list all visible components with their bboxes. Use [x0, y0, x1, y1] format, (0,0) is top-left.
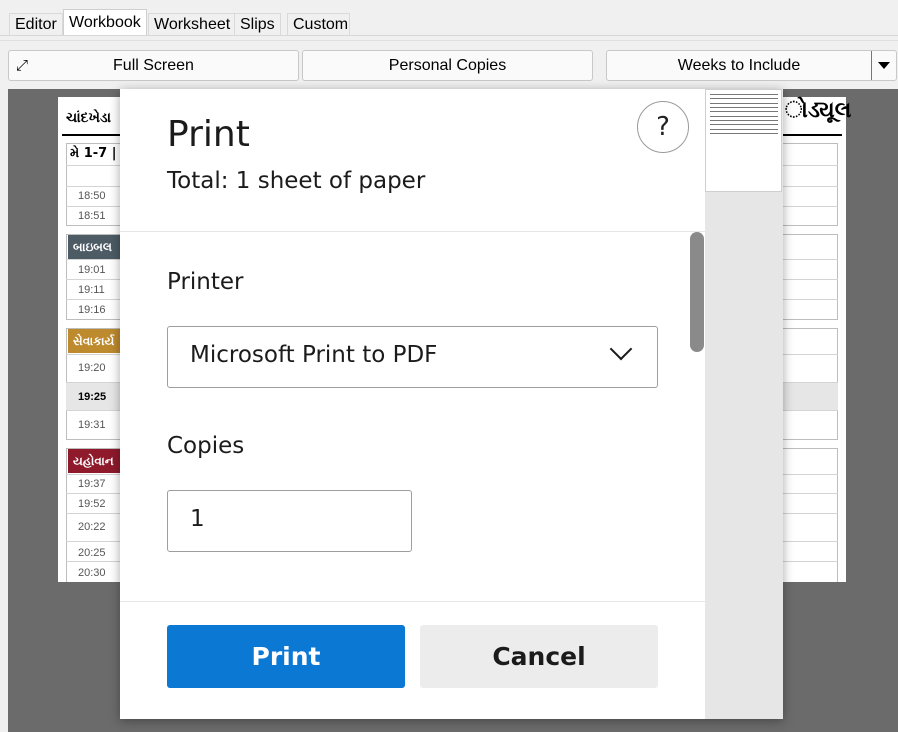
- time-label: 20:22: [78, 521, 106, 533]
- printer-label: Printer: [167, 269, 244, 295]
- thumbnail-line: [710, 103, 778, 104]
- thumbnail-line: [710, 124, 778, 125]
- section-header-jehovah: યહોવાન: [68, 449, 128, 473]
- weeks-to-include-dropdown[interactable]: Weeks to Include: [606, 50, 897, 81]
- preview-thumbnail: [705, 89, 782, 192]
- time-label: 18:50: [78, 190, 106, 202]
- print-button[interactable]: Print: [167, 625, 405, 688]
- tab-editor[interactable]: Editor: [9, 13, 63, 36]
- copies-input[interactable]: 1: [167, 490, 412, 552]
- chevron-down-icon: [609, 337, 633, 361]
- time-label: 19:20: [78, 362, 106, 374]
- tab-worksheet[interactable]: Worksheet: [148, 13, 237, 36]
- thumbnail-line: [710, 116, 778, 117]
- dialog-title: Print: [167, 114, 250, 155]
- week-label: મે 1-7 |: [70, 146, 117, 161]
- help-button[interactable]: ?: [637, 101, 689, 153]
- thumbnail-line: [710, 107, 778, 108]
- thumbnail-line: [710, 98, 778, 99]
- expand-icon: ⤢: [16, 57, 29, 74]
- time-label: 19:37: [78, 478, 106, 490]
- time-label: 19:25: [78, 391, 107, 403]
- thumbnail-line: [710, 133, 778, 134]
- chevron-down-icon[interactable]: [871, 51, 896, 80]
- tab-slips[interactable]: Slips: [234, 13, 281, 36]
- tab-workbook[interactable]: Workbook: [63, 9, 147, 36]
- thumbnail-line: [710, 94, 778, 95]
- tab-bar: Editor Workbook Worksheet Slips Custom: [0, 0, 898, 36]
- print-dialog: Print Total: 1 sheet of paper ? Printer …: [120, 89, 783, 719]
- scrollbar-thumb[interactable]: [690, 232, 704, 352]
- section-header-ministry: સેવાકાર્ય: [68, 329, 128, 353]
- toolbar-divider: [0, 40, 898, 41]
- print-preview-pane: [705, 89, 783, 719]
- sheet-title-left: ચાંદખેડા: [66, 110, 112, 126]
- weeks-to-include-label: Weeks to Include: [677, 57, 801, 74]
- sheet-title-right: ોડ્યૂલ: [785, 98, 852, 123]
- full-screen-label: Full Screen: [113, 57, 194, 74]
- thumbnail-line: [710, 120, 778, 121]
- time-label: 19:52: [78, 498, 106, 510]
- sheet-count-text: Total: 1 sheet of paper: [167, 168, 426, 194]
- thumbnail-line: [710, 111, 778, 112]
- time-label: 19:31: [78, 419, 106, 431]
- section-header-bible: બાઇબલ: [68, 235, 128, 259]
- printer-select[interactable]: Microsoft Print to PDF: [167, 326, 658, 388]
- personal-copies-button[interactable]: Personal Copies: [302, 50, 593, 81]
- time-label: 18:51: [78, 210, 106, 222]
- printer-select-value: Microsoft Print to PDF: [190, 342, 438, 368]
- thumbnail-line: [710, 129, 778, 130]
- time-label: 20:30: [78, 567, 106, 579]
- time-label: 19:11: [78, 284, 105, 296]
- full-screen-button[interactable]: ⤢ Full Screen: [8, 50, 299, 81]
- cancel-button[interactable]: Cancel: [420, 625, 658, 688]
- time-label: 19:01: [78, 264, 106, 276]
- tab-custom[interactable]: Custom: [287, 13, 350, 36]
- dialog-footer-divider: [120, 601, 705, 602]
- tab-divider: [0, 35, 898, 36]
- time-label: 19:16: [78, 304, 106, 316]
- question-icon: ?: [656, 112, 670, 142]
- dialog-header-divider: [120, 231, 705, 232]
- copies-label: Copies: [167, 433, 245, 459]
- time-label: 20:25: [78, 547, 106, 559]
